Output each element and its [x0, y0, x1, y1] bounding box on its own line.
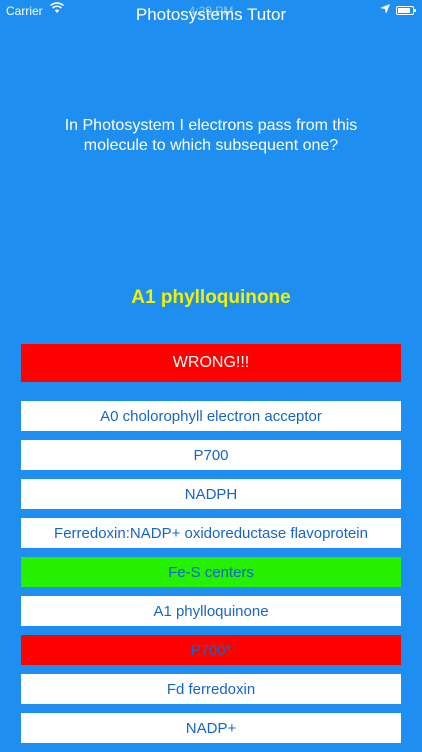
- question-text: In Photosystem I electrons pass from thi…: [64, 117, 358, 154]
- answer-option-nadp-plus[interactable]: NADP+: [21, 713, 401, 743]
- answer-option-fe-s[interactable]: Fe-S centers: [21, 557, 401, 587]
- nav-title: Photosystems Tutor: [135, 5, 287, 24]
- answer-option-fd[interactable]: Fd ferredoxin: [21, 674, 401, 704]
- answer-option-a0[interactable]: A0 cholorophyll electron acceptor: [21, 401, 401, 431]
- answer-option-a1[interactable]: A1 phylloquinone: [21, 596, 401, 626]
- answer-option-nadph[interactable]: NADPH: [21, 479, 401, 509]
- answer-list: A0 cholorophyll electron acceptor P700 N…: [21, 401, 401, 752]
- current-molecule: A1 phylloquinone: [131, 287, 291, 308]
- feedback-banner: WRONG!!!: [21, 344, 401, 382]
- answer-option-p700-star[interactable]: P700*: [21, 635, 401, 665]
- answer-option-p700[interactable]: P700: [21, 440, 401, 470]
- answer-option-fnr[interactable]: Ferredoxin:NADP+ oxidoreductase flavopro…: [21, 518, 401, 548]
